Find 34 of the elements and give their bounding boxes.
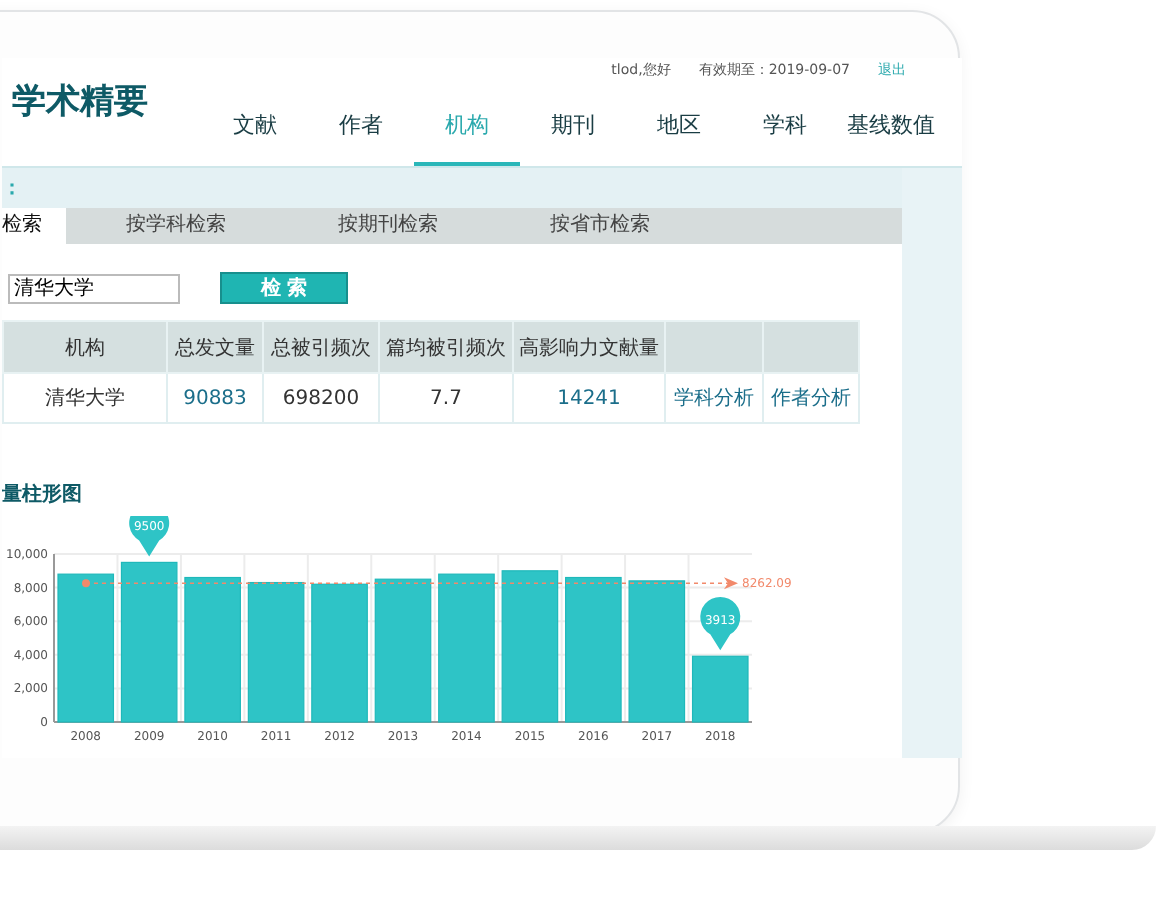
bar: [247, 581, 305, 723]
column-header: 篇均被引频次: [379, 321, 513, 373]
bar: [691, 655, 749, 723]
bar: [311, 583, 368, 723]
marker-pin: [129, 516, 170, 557]
nav-tab[interactable]: 学科: [732, 110, 838, 166]
search-tab[interactable]: 按学科检索: [66, 208, 282, 244]
table-link[interactable]: 14241: [513, 373, 665, 423]
marker-pin: [700, 597, 741, 651]
arrowhead-icon: [724, 577, 738, 590]
nav-tab[interactable]: 作者: [308, 110, 414, 166]
search-tab[interactable]: 按期刊检索: [282, 208, 494, 244]
section-label: ：: [2, 178, 22, 200]
table-link[interactable]: 学科分析: [665, 373, 763, 423]
chart-title: 量柱形图: [2, 484, 82, 506]
average-dot: [82, 579, 90, 588]
column-header: 机构: [3, 321, 167, 373]
table-link[interactable]: 作者分析: [763, 373, 859, 423]
nav-tab[interactable]: 基线数值: [838, 110, 944, 166]
table-link[interactable]: 90883: [167, 373, 263, 423]
search-field[interactable]: 清华大学: [8, 273, 180, 303]
nav-tab[interactable]: 期刊: [520, 110, 626, 166]
table-cell: 清华大学: [3, 373, 167, 423]
nav-tab[interactable]: 文献: [202, 110, 308, 166]
search-tab[interactable]: 检索: [2, 208, 66, 244]
column-header: 高影响力文献量: [513, 321, 665, 373]
table-cell: 698200: [263, 373, 379, 423]
bar: [628, 580, 686, 723]
column-header: 总被引频次: [263, 321, 379, 373]
nav-tab[interactable]: 地区: [626, 110, 732, 166]
site-logo[interactable]: 学术精要: [2, 58, 202, 166]
column-header: 总发文量: [167, 321, 263, 373]
search-tab[interactable]: 按省市检索: [494, 208, 706, 244]
table-cell: 7.7: [379, 373, 513, 423]
